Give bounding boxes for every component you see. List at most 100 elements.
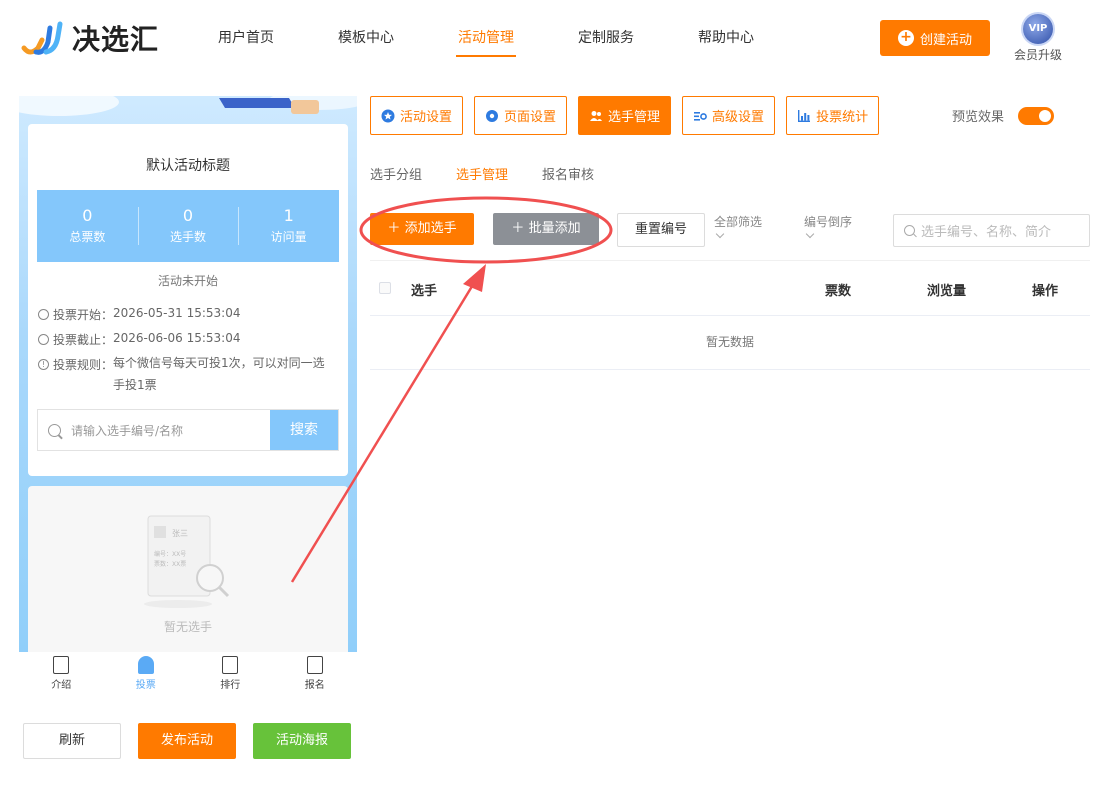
vote-rule-label: 投票规则： <box>53 358 114 372</box>
nav-item-custom-service[interactable]: 定制服务 <box>546 0 666 78</box>
users-icon <box>590 110 603 121</box>
preview-search: 请输入选手编号/名称 搜索 <box>37 409 339 451</box>
brand-logo[interactable]: 决选汇 <box>20 18 159 58</box>
table-empty-text: 暂无数据 <box>370 316 1090 370</box>
banner-decoration <box>19 96 357 116</box>
preview-effect-switch[interactable] <box>1018 106 1055 125</box>
reset-numbers-button[interactable]: 重置编号 <box>617 213 705 247</box>
column-contestant: 选手 <box>411 284 438 299</box>
contestant-actions-bar: ＋ 添加选手 ＋ 批量添加 重置编号 全部筛选 编号倒序 选手编号、名称、简介 <box>370 213 1090 247</box>
chevron-down-icon <box>805 229 815 239</box>
intro-icon <box>53 656 70 674</box>
nav-item-help[interactable]: 帮助中心 <box>666 0 786 78</box>
add-contestant-button[interactable]: ＋ 添加选手 <box>370 213 474 245</box>
create-activity-label: 创建活动 <box>919 32 972 48</box>
contestant-empty-card: 张三 编号：XX号 票数：XX票 暂无选手 <box>28 486 348 656</box>
vote-start-line: 投票开始： 2026-05-31 15:53:04 <box>38 306 240 323</box>
tab-contestant-management[interactable]: 选手管理 <box>456 164 508 183</box>
page-settings-button[interactable]: 页面设置 <box>474 96 568 135</box>
select-all-checkbox[interactable] <box>379 282 391 294</box>
sort-order-label: 编号倒序 <box>804 215 853 229</box>
settings-toolbar: 活动设置 页面设置 选手管理 高级设置 投票统计 <box>370 96 890 135</box>
activity-settings-button[interactable]: 活动设置 <box>370 96 464 135</box>
batch-add-button[interactable]: ＋ 批量添加 <box>493 213 599 245</box>
stats-bar: 0 总票数 0 选手数 1 访问量 <box>37 190 339 262</box>
contestant-management-button[interactable]: 选手管理 <box>578 96 672 135</box>
filter-all-dropdown[interactable]: 全部筛选 <box>714 215 762 239</box>
page-settings-label: 页面设置 <box>504 110 557 125</box>
column-views: 浏览量 <box>927 284 967 299</box>
tab-intro[interactable]: 介绍 <box>19 652 104 701</box>
tab-signup[interactable]: 报名 <box>273 652 358 701</box>
activity-status: 活动未开始 <box>157 274 218 288</box>
contestant-table: 选手 票数 浏览量 操作 暂无数据 <box>370 260 1090 370</box>
stat-contestants: 0 选手数 <box>137 205 239 247</box>
advanced-settings-label: 高级设置 <box>712 110 765 125</box>
nav-item-home[interactable]: 用户首页 <box>186 0 306 78</box>
preview-tabbar: 介绍 投票 排行 报名 <box>19 652 357 701</box>
plus-icon: ＋ <box>387 221 405 236</box>
vip-upgrade-label: 会员升级 <box>1013 48 1062 62</box>
empty-contestants-text: 暂无选手 <box>163 620 212 634</box>
vote-statistics-button[interactable]: 投票统计 <box>786 96 880 135</box>
batch-add-label: 批量添加 <box>528 221 581 236</box>
contestant-management-label: 选手管理 <box>608 110 661 125</box>
advanced-settings-button[interactable]: 高级设置 <box>682 96 776 135</box>
stat-label: 总票数 <box>69 230 106 244</box>
ranking-icon <box>222 656 239 674</box>
publish-activity-button[interactable]: 发布活动 <box>138 723 236 759</box>
tab-signup-review[interactable]: 报名审核 <box>542 164 594 183</box>
tab-vote-label: 投票 <box>135 680 156 691</box>
sort-order-dropdown[interactable]: 编号倒序 <box>804 215 853 239</box>
preview-effect-label: 预览效果 <box>952 110 1005 125</box>
info-icon: ! <box>38 359 49 370</box>
contestant-search-placeholder: 选手编号、名称、简介 <box>921 225 1052 240</box>
column-actions: 操作 <box>1032 284 1059 299</box>
top-header: 决选汇 用户首页 模板中心 活动管理 定制服务 帮助中心 + 创建活动 VIP … <box>0 0 1110 78</box>
preview-actions: 刷新 发布活动 活动海报 <box>23 723 368 759</box>
vote-end-line: 投票截止： 2026-06-06 15:53:04 <box>38 331 240 348</box>
activity-title: 默认活动标题 <box>146 158 230 174</box>
activity-poster-button[interactable]: 活动海报 <box>253 723 351 759</box>
empty-sample-votes: 票数：XX票 <box>154 560 186 568</box>
add-contestant-label: 添加选手 <box>404 221 457 236</box>
star-icon <box>381 109 395 122</box>
plus-circle-icon: + <box>897 30 914 46</box>
nav-item-activities[interactable]: 活动管理 <box>426 0 546 78</box>
empty-sample-name: 张三 <box>172 529 188 538</box>
preview-search-input[interactable]: 请输入选手编号/名称 <box>38 410 270 450</box>
vote-end-value: 2026-06-06 15:53:04 <box>113 331 241 345</box>
vip-badge-icon: VIP <box>1023 14 1053 44</box>
tab-contestant-groups[interactable]: 选手分组 <box>370 164 422 183</box>
stat-value: 1 <box>283 206 294 225</box>
preview-search-button[interactable]: 搜索 <box>270 410 338 450</box>
vote-statistics-label: 投票统计 <box>816 110 869 125</box>
table-header: 选手 票数 浏览量 操作 <box>370 260 1090 316</box>
bar-chart-icon <box>798 109 811 122</box>
column-votes: 票数 <box>825 284 852 299</box>
tab-ranking[interactable]: 排行 <box>188 652 273 701</box>
clock-icon <box>38 309 49 320</box>
contestant-search-input[interactable]: 选手编号、名称、简介 <box>893 214 1090 247</box>
stat-total-votes: 0 总票数 <box>37 205 138 247</box>
refresh-button[interactable]: 刷新 <box>23 723 121 759</box>
vip-upgrade[interactable]: VIP 会员升级 <box>1010 14 1066 63</box>
preview-effect-toggle-group: 预览效果 <box>952 106 1055 125</box>
vote-rule-value: 每个微信号每天可投1次，可以对同一选手投1票 <box>113 356 325 392</box>
main-nav: 用户首页 模板中心 活动管理 定制服务 帮助中心 <box>186 0 786 78</box>
vote-end-label: 投票截止： <box>53 333 114 347</box>
sub-tabs: 选手分组 选手管理 报名审核 <box>370 164 628 183</box>
vote-start-label: 投票开始： <box>53 308 114 322</box>
tab-ranking-label: 排行 <box>220 680 241 691</box>
stat-visits: 1 访问量 <box>238 205 339 247</box>
vote-rule-line: ! 投票规则： 每个微信号每天可投1次，可以对同一选手投1票 <box>38 356 335 396</box>
plus-icon: ＋ <box>511 221 529 236</box>
create-activity-button[interactable]: + 创建活动 <box>880 20 990 56</box>
tab-vote[interactable]: 投票 <box>104 652 189 701</box>
empty-profile-illustration-icon: 张三 编号：XX号 票数：XX票 <box>144 515 230 608</box>
stat-value: 0 <box>82 206 93 225</box>
empty-sample-no: 编号：XX号 <box>154 550 186 558</box>
logo-icon <box>21 21 63 55</box>
nav-item-templates[interactable]: 模板中心 <box>306 0 426 78</box>
preview-search-placeholder: 请输入选手编号/名称 <box>71 423 184 438</box>
